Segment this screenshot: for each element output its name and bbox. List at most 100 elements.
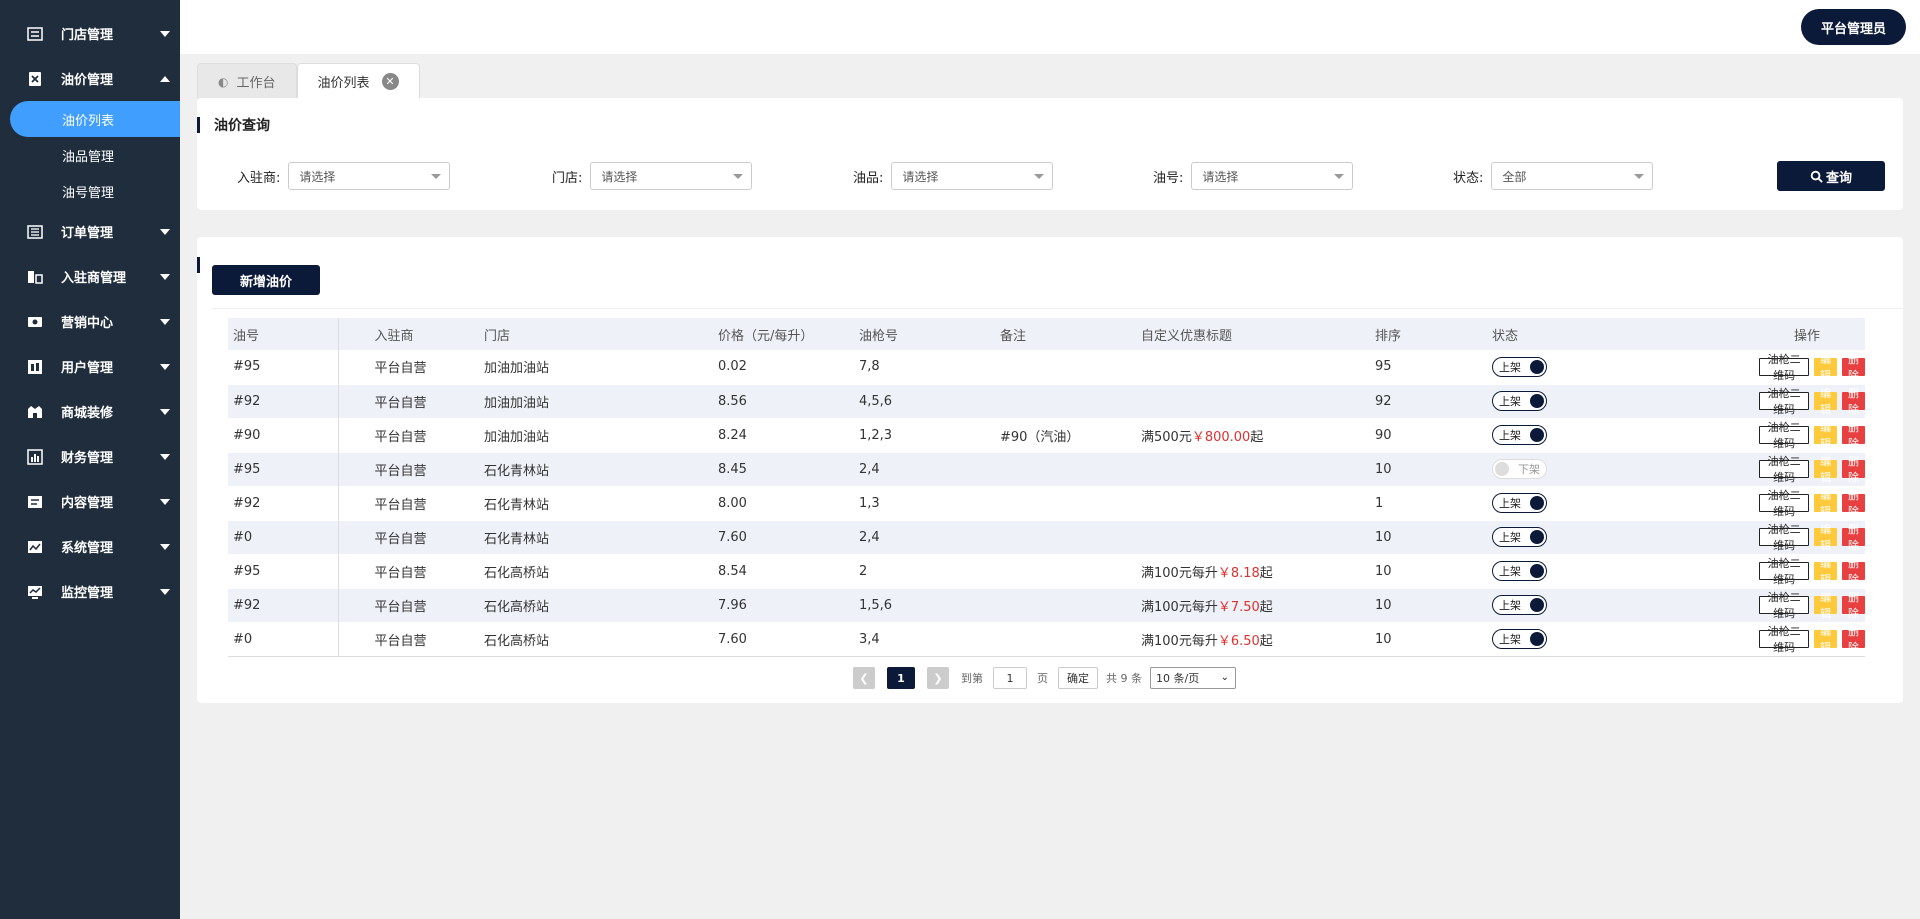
goto-page-input[interactable]: 1 <box>993 667 1027 689</box>
chevron-down-icon <box>160 30 170 37</box>
edit-button[interactable]: 编辑 <box>1814 524 1838 552</box>
cell-remark <box>995 452 1136 486</box>
top-header: 平台管理员 <box>180 0 1920 54</box>
filter-label: 油品: <box>853 170 884 186</box>
delete-button[interactable]: 删除 <box>1842 524 1865 552</box>
prev-page-button[interactable]: ❮ <box>853 667 875 689</box>
cell-merchant: 平台自营 <box>338 452 479 486</box>
edit-button[interactable]: 编辑 <box>1814 626 1838 654</box>
delete-button[interactable]: 删除 <box>1842 388 1865 416</box>
toggle-knob <box>1530 428 1544 442</box>
sidebar-item-label: 系统管理 <box>61 541 114 556</box>
merchant-select[interactable]: 请选择 <box>288 162 451 190</box>
sidebar-subitem-oil-numbers[interactable]: 油号管理 <box>0 173 180 209</box>
store-select[interactable]: 请选择 <box>590 162 753 190</box>
chevron-down-icon: ⌄ <box>1220 672 1229 683</box>
column-header: 自定义优惠标题 <box>1136 318 1370 350</box>
cell-store: 石化高桥站 <box>479 588 713 622</box>
select-value: 请选择 <box>601 169 638 184</box>
tab-price-list[interactable]: 油价列表 ✕ <box>296 63 420 99</box>
cell-price: 7.60 <box>713 520 854 554</box>
status-toggle[interactable]: 上架 <box>1492 391 1547 411</box>
oil-number-select[interactable]: 请选择 <box>1191 162 1354 190</box>
status-toggle[interactable]: 上架 <box>1492 595 1547 615</box>
delete-button[interactable]: 删除 <box>1842 354 1865 382</box>
query-button[interactable]: 查询 <box>1777 161 1885 191</box>
sidebar-item-store[interactable]: 门店管理 <box>0 11 180 56</box>
page-size-select[interactable]: 10 条/页 ⌄ <box>1150 667 1236 689</box>
status-toggle[interactable]: 下架 <box>1492 459 1547 479</box>
status-toggle[interactable]: 上架 <box>1492 561 1547 581</box>
status-toggle[interactable]: 上架 <box>1492 527 1547 547</box>
status-toggle[interactable]: 上架 <box>1492 493 1547 513</box>
edit-button[interactable]: 编辑 <box>1814 592 1838 620</box>
select-value: 请选择 <box>1202 169 1239 184</box>
sidebar-item-orders[interactable]: 订单管理 <box>0 209 180 254</box>
next-page-button[interactable]: ❯ <box>927 667 949 689</box>
content-icon <box>26 493 43 510</box>
sidebar-item-monitor[interactable]: 监控管理 <box>0 569 180 614</box>
cell-oil-no: #95 <box>228 554 339 588</box>
edit-button[interactable]: 编辑 <box>1814 388 1838 416</box>
marketing-icon <box>26 313 43 330</box>
sidebar-item-marketing[interactable]: 营销中心 <box>0 299 180 344</box>
close-icon[interactable]: ✕ <box>381 73 399 90</box>
sidebar-item-label: 监控管理 <box>61 586 114 601</box>
status-toggle[interactable]: 上架 <box>1492 629 1547 649</box>
delete-button[interactable]: 删除 <box>1842 422 1865 450</box>
add-price-button[interactable]: 新增油价 <box>212 265 320 295</box>
qr-code-button[interactable]: 油枪二维码 <box>1759 524 1810 552</box>
qr-code-button[interactable]: 油枪二维码 <box>1759 354 1810 382</box>
promo-prefix: 满100元每升 <box>1141 565 1218 581</box>
sidebar-item-users[interactable]: 用户管理 <box>0 344 180 389</box>
cell-remark <box>995 350 1136 384</box>
edit-button[interactable]: 编辑 <box>1814 354 1838 382</box>
delete-button[interactable]: 删除 <box>1842 558 1865 586</box>
delete-button[interactable]: 删除 <box>1842 490 1865 518</box>
sidebar-item-finance[interactable]: 财务管理 <box>0 434 180 479</box>
sidebar-subitem-oil-products[interactable]: 油品管理 <box>0 137 180 173</box>
delete-button[interactable]: 删除 <box>1842 592 1865 620</box>
status-toggle[interactable]: 上架 <box>1492 356 1547 377</box>
chevron-down-icon <box>160 228 170 235</box>
sidebar-item-label: 订单管理 <box>61 226 114 241</box>
cell-merchant: 平台自营 <box>338 588 479 622</box>
sidebar-item-mall[interactable]: 商城装修 <box>0 389 180 434</box>
promo-amount: ￥800.00 <box>1191 429 1251 445</box>
promo-prefix: 满100元每升 <box>1141 633 1218 649</box>
qr-code-button[interactable]: 油枪二维码 <box>1759 626 1810 654</box>
qr-code-button[interactable]: 油枪二维码 <box>1759 592 1810 620</box>
delete-button[interactable]: 删除 <box>1842 626 1865 654</box>
sidebar-item-content[interactable]: 内容管理 <box>0 479 180 524</box>
select-value: 请选择 <box>299 169 336 184</box>
edit-button[interactable]: 编辑 <box>1814 558 1838 586</box>
sidebar-item-system[interactable]: 系统管理 <box>0 524 180 569</box>
qr-code-button[interactable]: 油枪二维码 <box>1759 388 1810 416</box>
oil-product-select[interactable]: 请选择 <box>891 162 1054 190</box>
qr-code-button[interactable]: 油枪二维码 <box>1759 422 1810 450</box>
query-label: 查询 <box>1825 169 1852 185</box>
cell-sort: 10 <box>1370 588 1487 622</box>
qr-code-button[interactable]: 油枪二维码 <box>1759 490 1810 518</box>
qr-code-button[interactable]: 油枪二维码 <box>1759 456 1810 484</box>
sidebar-item-merchants[interactable]: 入驻商管理 <box>0 254 180 299</box>
row-actions: 油枪二维码 编辑 删除 <box>1609 558 1865 586</box>
edit-button[interactable]: 编辑 <box>1814 422 1838 450</box>
edit-button[interactable]: 编辑 <box>1814 490 1838 518</box>
cell-ops: 油枪二维码 编辑 删除 <box>1604 350 1865 384</box>
column-header: 备注 <box>995 318 1136 350</box>
cell-guns: 1,2,3 <box>859 427 893 443</box>
edit-button[interactable]: 编辑 <box>1814 456 1838 484</box>
select-value: 请选择 <box>902 169 939 184</box>
status-toggle[interactable]: 上架 <box>1492 425 1547 445</box>
delete-button[interactable]: 删除 <box>1842 456 1865 484</box>
page-number-current[interactable]: 1 <box>887 667 915 689</box>
cell-remark <box>995 588 1136 622</box>
sidebar-subitem-price-list[interactable]: 油价列表 <box>10 101 180 137</box>
admin-menu-button[interactable]: 平台管理员 <box>1800 9 1906 45</box>
status-select[interactable]: 全部 <box>1491 162 1654 190</box>
goto-confirm-button[interactable]: 确定 <box>1058 667 1098 689</box>
qr-code-button[interactable]: 油枪二维码 <box>1759 558 1810 586</box>
sidebar-item-oil-price[interactable]: 油价管理 <box>0 56 180 101</box>
tab-dashboard[interactable]: ◐ 工作台 <box>197 63 297 99</box>
